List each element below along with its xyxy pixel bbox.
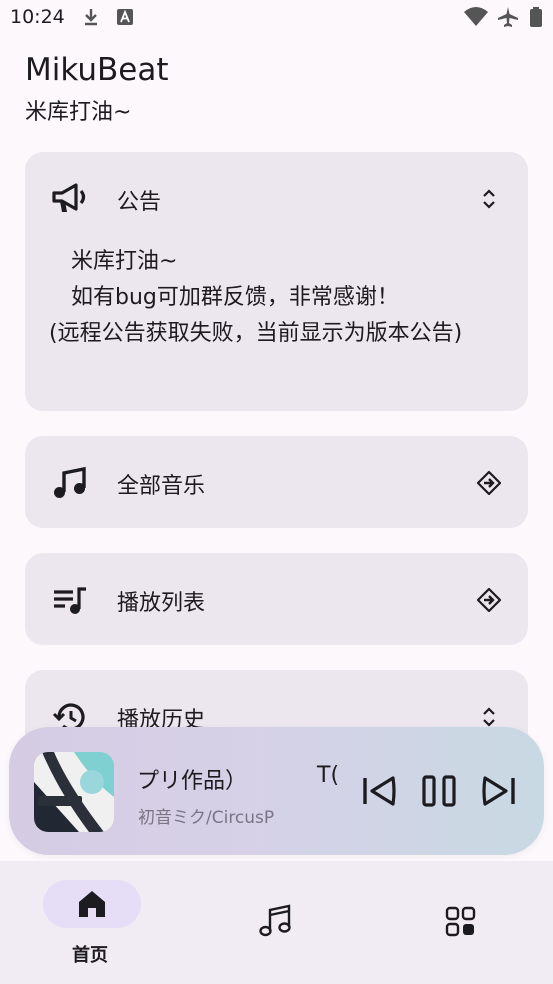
announcement-body: 米库打油~ 如有bug可加群反馈，非常感谢！ (远程公告获取失败，当前显示为版本… (49, 249, 463, 346)
navigate-arrow-icon[interactable] (476, 587, 502, 613)
navigate-arrow-icon[interactable] (476, 470, 502, 496)
music-note-icon[interactable] (258, 903, 292, 937)
wifi-icon (464, 7, 488, 26)
airplane-icon (498, 7, 518, 27)
song-title: プリ作品） (137, 769, 248, 794)
mini-player[interactable]: プリ作品） T( 初音ミク/CircusP (9, 727, 544, 855)
announcement-header[interactable]: 公告 (25, 152, 528, 244)
home-icon[interactable] (75, 887, 109, 921)
nav-home-label[interactable]: 首页 (72, 941, 108, 967)
status-time: 10:24 (10, 6, 65, 28)
download-icon (85, 9, 97, 26)
status-bar: 10:24 (0, 0, 553, 38)
expand-collapse-icon[interactable] (476, 186, 502, 212)
all-music-row[interactable]: 全部音乐 (25, 436, 528, 528)
app-title: MikuBeat (25, 52, 169, 88)
song-artist: 初音ミク/CircusP (138, 808, 275, 828)
queue-music-icon (54, 587, 86, 614)
announcement-label: 公告 (117, 190, 162, 215)
album-art-image (34, 752, 114, 832)
app-subtitle: 米库打油~ (25, 100, 132, 125)
playlist-label: 播放列表 (117, 591, 206, 616)
a-badge-icon (117, 9, 133, 25)
battery-icon (530, 7, 542, 27)
megaphone-icon (52, 183, 86, 212)
playlist-row[interactable]: 播放列表 (25, 553, 528, 645)
music-note-icon (54, 466, 86, 498)
all-music-label: 全部音乐 (117, 474, 206, 499)
playlist-card[interactable]: 播放列表 (25, 553, 528, 645)
song-title-tail: T( (317, 763, 340, 788)
bottom-navigation: 首页 (0, 861, 553, 984)
apps-grid-icon[interactable] (444, 905, 478, 939)
all-music-card[interactable]: 全部音乐 (25, 436, 528, 528)
album-art[interactable] (34, 752, 114, 832)
pause-icon[interactable] (419, 771, 459, 811)
next-icon[interactable] (478, 771, 518, 811)
previous-icon[interactable] (360, 771, 400, 811)
announcement-card[interactable]: 公告 米库打油~ 如有bug可加群反馈，非常感谢！ (远程公告获取失败，当前显示… (25, 152, 528, 411)
